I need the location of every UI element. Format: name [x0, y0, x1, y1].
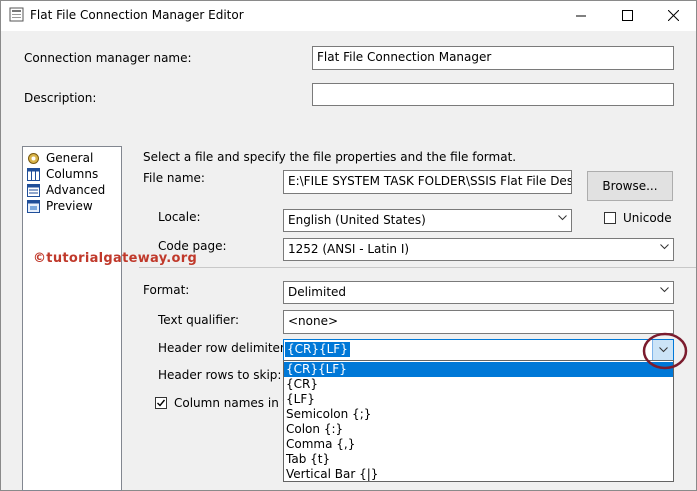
maximize-icon	[621, 10, 633, 21]
section-divider	[139, 267, 696, 268]
header-row-delimiter-label: Header row delimiter:	[158, 341, 289, 355]
column-names-label: Column names in th	[174, 396, 295, 410]
close-button[interactable]	[650, 1, 696, 30]
connection-manager-name-input[interactable]: Flat File Connection Manager	[312, 46, 674, 70]
header-row-delimiter-value: {CR}{LF}	[285, 342, 350, 357]
dropdown-option[interactable]: {CR}{LF}	[284, 362, 673, 377]
nav-item-columns[interactable]: Columns	[27, 166, 98, 182]
nav-item-general[interactable]: General	[27, 150, 93, 166]
highlight-circle	[642, 332, 688, 370]
delimiter-dropdown-list: {CR}{LF} {CR} {LF} Semicolon {;} Colon {…	[283, 360, 674, 482]
format-label: Format:	[143, 283, 190, 297]
minimize-button[interactable]	[558, 1, 604, 30]
dropdown-option[interactable]: Comma {,}	[284, 437, 673, 452]
nav-item-label: Preview	[46, 199, 93, 213]
text-qualifier-label: Text qualifier:	[158, 313, 240, 327]
window-title: Flat File Connection Manager Editor	[30, 8, 244, 22]
file-name-input[interactable]: E:\FILE SYSTEM TASK FOLDER\SSIS Flat Fil…	[283, 170, 572, 194]
locale-label: Locale:	[158, 210, 201, 224]
connection-manager-name-label: Connection manager name:	[24, 51, 192, 65]
checkmark-icon	[157, 399, 166, 407]
nav-item-label: Advanced	[46, 183, 106, 197]
minimize-icon	[576, 15, 586, 16]
unicode-label: Unicode	[623, 211, 672, 225]
code-page-value: 1252 (ANSI - Latin I)	[288, 242, 410, 256]
dropdown-option[interactable]: {LF}	[284, 392, 673, 407]
format-select[interactable]: Delimited	[283, 281, 674, 304]
code-page-label: Code page:	[158, 239, 227, 253]
text-qualifier-input[interactable]: <none>	[283, 310, 674, 334]
description-input[interactable]	[312, 83, 674, 106]
column-names-checkbox[interactable]	[155, 397, 167, 409]
chevron-down-icon	[558, 215, 567, 221]
preview-icon	[27, 199, 40, 213]
dropdown-option[interactable]: Semicolon {;}	[284, 407, 673, 422]
dropdown-option[interactable]: {CR}	[284, 377, 673, 392]
chevron-down-icon	[660, 287, 669, 293]
intro-text: Select a file and specify the file prope…	[143, 150, 517, 164]
locale-select[interactable]: English (United States)	[283, 209, 572, 232]
nav-item-advanced[interactable]: Advanced	[27, 182, 105, 198]
dropdown-option[interactable]: Colon {:}	[284, 422, 673, 437]
page-navigation: General Columns Advanced Preview	[22, 146, 122, 491]
browse-button[interactable]: Browse...	[587, 171, 673, 201]
close-icon	[667, 10, 679, 21]
format-value: Delimited	[288, 285, 347, 299]
file-name-label: File name:	[143, 171, 205, 185]
code-page-select[interactable]: 1252 (ANSI - Latin I)	[283, 238, 674, 261]
description-label: Description:	[24, 91, 97, 105]
dropdown-option[interactable]: Tab {t}	[284, 452, 673, 467]
locale-value: English (United States)	[288, 213, 426, 227]
header-row-delimiter-select[interactable]: {CR}{LF}	[283, 339, 674, 361]
columns-icon	[27, 167, 40, 181]
dropdown-option[interactable]: Vertical Bar {|}	[284, 467, 673, 482]
chevron-down-icon	[660, 244, 669, 250]
unicode-checkbox[interactable]	[604, 212, 616, 224]
advanced-icon	[27, 183, 40, 197]
maximize-button[interactable]	[604, 1, 650, 30]
nav-item-preview[interactable]: Preview	[27, 198, 93, 214]
watermark: ©tutorialgateway.org	[33, 251, 198, 266]
nav-item-label: Columns	[46, 167, 99, 181]
header-rows-to-skip-label: Header rows to skip:	[158, 368, 282, 382]
app-icon	[9, 7, 24, 22]
nav-item-label: General	[46, 151, 94, 165]
general-icon	[28, 152, 39, 164]
